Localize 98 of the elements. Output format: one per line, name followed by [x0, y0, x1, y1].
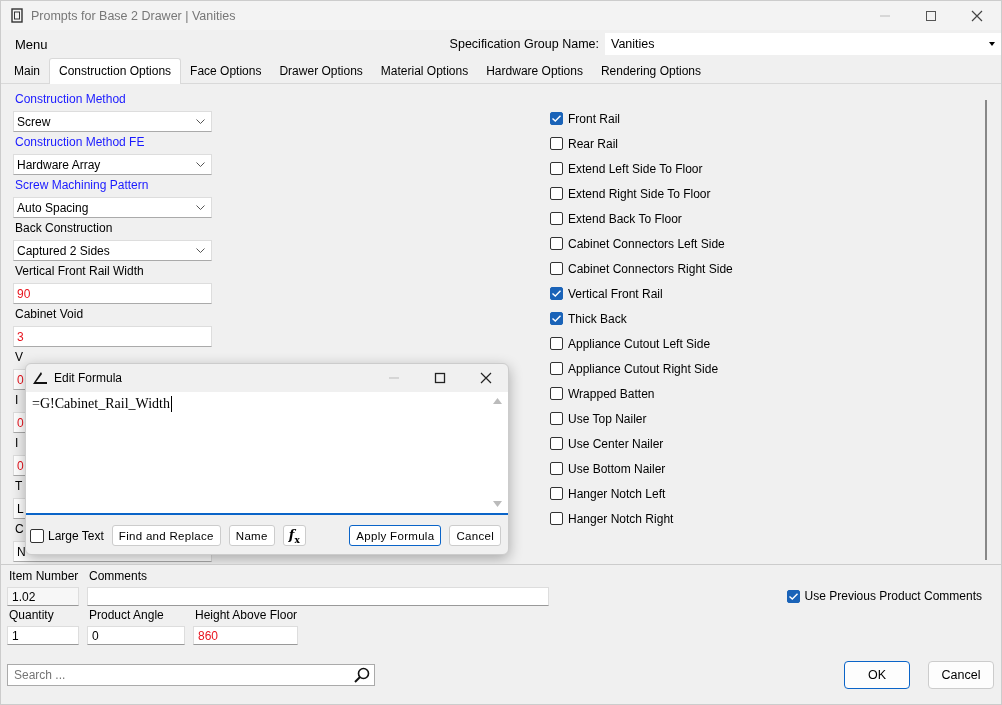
function-button[interactable]: f$_{x}$: [282, 525, 307, 546]
checkbox[interactable]: [550, 187, 563, 200]
checkbox-label: Use Bottom Nailer: [568, 461, 666, 476]
field-label: Item Number: [8, 569, 79, 585]
cancel-button[interactable]: Cancel: [928, 661, 994, 689]
field-label: Screw Machining Pattern: [14, 177, 149, 194]
checkbox-label: Cabinet Connectors Right Side: [568, 261, 733, 276]
checkbox-label: Wrapped Batten: [568, 386, 655, 401]
tab[interactable]: Face Options: [181, 60, 271, 83]
checkbox[interactable]: [550, 387, 563, 400]
checkbox-label: Cabinet Connectors Left Side: [568, 236, 725, 251]
app-logo-icon: [32, 371, 48, 385]
dropdown[interactable]: Captured 2 Sides: [13, 240, 212, 261]
checkbox[interactable]: [550, 362, 563, 375]
field-label: Height Above Floor: [194, 608, 298, 624]
input-field[interactable]: 1.02: [7, 587, 79, 606]
checkbox[interactable]: [550, 312, 563, 325]
tab[interactable]: Rendering Options: [591, 60, 710, 83]
maximize-icon[interactable]: [434, 372, 446, 384]
checkbox-label: Thick Back: [568, 311, 627, 326]
comments-field[interactable]: [87, 587, 549, 606]
field-label: Product Angle: [88, 608, 165, 624]
input-field[interactable]: 90: [13, 283, 212, 304]
window-title: Prompts for Base 2 Drawer | Vanities: [31, 8, 236, 23]
checkbox-label: Hanger Notch Right: [568, 511, 674, 526]
input-field[interactable]: 1: [7, 626, 79, 645]
formula-text: =G!Cabinet_Rail_Width: [32, 396, 172, 412]
checkbox[interactable]: [550, 437, 563, 450]
tab[interactable]: Main: [5, 60, 49, 83]
input-field[interactable]: 3: [13, 326, 212, 347]
checkbox-label: Large Text: [48, 528, 104, 543]
field-label: C: [14, 521, 24, 538]
close-icon[interactable]: [480, 372, 492, 384]
checkbox-label: Hanger Notch Left: [568, 486, 666, 501]
checkbox-label: Use Center Nailer: [568, 436, 664, 451]
checkbox-label: Use Previous Product Comments: [804, 589, 982, 603]
checkbox[interactable]: [550, 412, 563, 425]
checkbox[interactable]: [30, 528, 44, 543]
field-label: I: [14, 435, 19, 452]
menu-item[interactable]: Menu: [1, 36, 62, 52]
tab[interactable]: Drawer Options: [270, 60, 372, 83]
tab[interactable]: Material Options: [371, 60, 478, 83]
dropdown[interactable]: Hardware Array: [13, 154, 212, 175]
chevron-icon: [196, 119, 205, 124]
dropdown[interactable]: Screw: [13, 111, 212, 132]
maximize-icon[interactable]: [925, 9, 937, 22]
checkbox-label: Extend Back To Floor: [568, 211, 682, 226]
checkbox-label: Extend Right Side To Floor: [568, 186, 711, 201]
input-field[interactable]: 860: [193, 626, 298, 645]
spec-group-dropdown[interactable]: Vanities: [605, 33, 1001, 55]
spec-group-label: Specification Group Name:: [449, 37, 599, 51]
field-label: V: [14, 349, 23, 366]
checkbox[interactable]: [550, 112, 563, 125]
checkbox-label: Extend Left Side To Floor: [568, 161, 703, 176]
input-field[interactable]: 0: [87, 626, 185, 645]
field-label: Back Construction: [14, 220, 113, 237]
cancel-button[interactable]: Cancel: [449, 525, 501, 546]
tab[interactable]: Construction Options: [49, 58, 182, 84]
search-field[interactable]: Search ...: [7, 664, 375, 686]
field-label: Quantity: [8, 608, 55, 624]
apply-formula-button[interactable]: Apply Formula: [349, 525, 442, 546]
checkbox[interactable]: [550, 212, 563, 225]
checkbox[interactable]: [550, 487, 563, 500]
checkbox-label: Appliance Cutout Left Side: [568, 336, 711, 351]
checkbox-label: Rear Rail: [568, 136, 618, 151]
field-label: Construction Method: [14, 91, 126, 108]
caret-icon: [989, 42, 995, 46]
checkbox[interactable]: [550, 287, 563, 300]
dialog-button[interactable]: Find and Replace: [111, 525, 221, 546]
chevron-icon: [196, 248, 205, 253]
chevron-icon: [196, 162, 205, 167]
checkbox-label: Appliance Cutout Right Side: [568, 361, 719, 376]
checkbox[interactable]: [550, 237, 563, 250]
checkbox[interactable]: [550, 262, 563, 275]
field-label: I: [14, 392, 19, 409]
checkbox-label: Vertical Front Rail: [568, 286, 663, 301]
field-label: Cabinet Void: [14, 306, 84, 323]
checkbox-label: Front Rail: [568, 111, 620, 126]
field-label: Vertical Front Rail Width: [14, 263, 144, 280]
checkbox[interactable]: [550, 162, 563, 175]
tab[interactable]: Hardware Options: [477, 60, 592, 83]
checkbox-label: Use Top Nailer: [568, 411, 647, 426]
close-icon[interactable]: [971, 9, 983, 22]
checkbox[interactable]: [786, 589, 800, 603]
search-icon[interactable]: [354, 667, 370, 683]
dialog-button[interactable]: Name: [228, 525, 275, 546]
ok-button[interactable]: OK: [844, 661, 910, 689]
field-label: Comments: [88, 569, 148, 585]
dialog-title: Edit Formula: [54, 371, 123, 385]
checkbox[interactable]: [550, 337, 563, 350]
checkbox[interactable]: [550, 512, 563, 525]
dropdown[interactable]: Auto Spacing: [13, 197, 212, 218]
chevron-icon: [196, 205, 205, 210]
document-icon: [11, 8, 23, 23]
checkbox[interactable]: [550, 137, 563, 150]
checkbox[interactable]: [550, 462, 563, 475]
field-label: T: [14, 478, 23, 495]
field-label: Construction Method FE: [14, 134, 145, 151]
